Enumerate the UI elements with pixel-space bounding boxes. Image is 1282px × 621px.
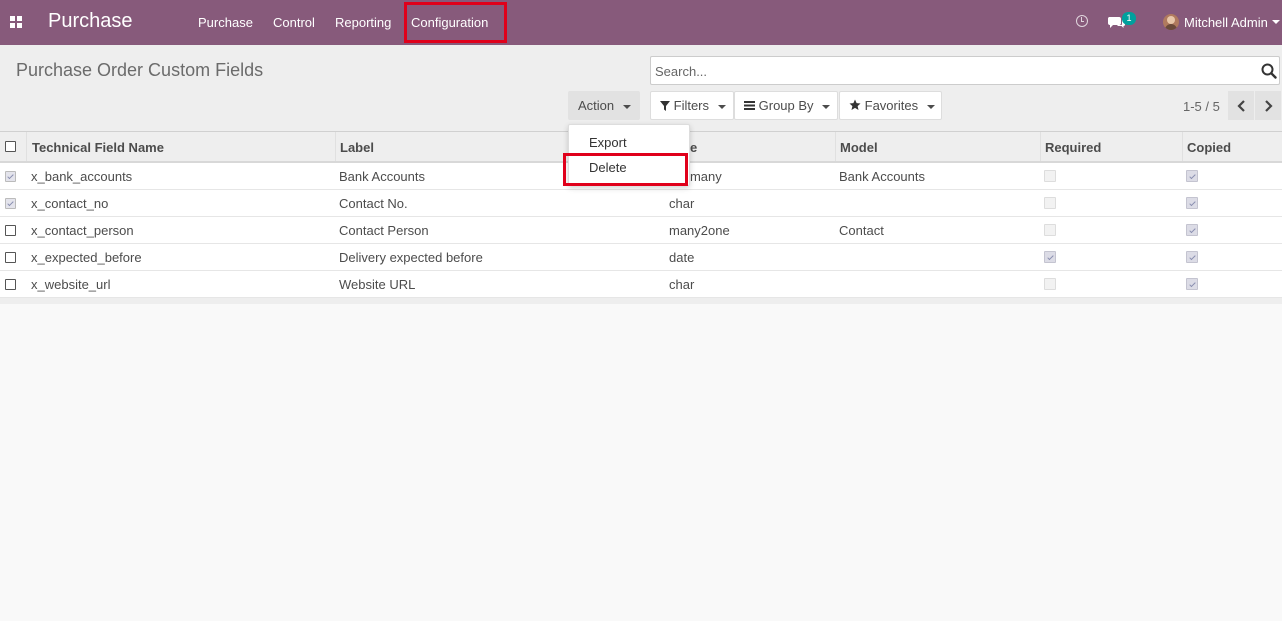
- cell-technical-name: x_bank_accounts: [31, 169, 133, 184]
- cell-model: Bank Accounts: [839, 169, 925, 184]
- column-header-copied[interactable]: Copied: [1187, 140, 1231, 155]
- copied-checkbox: [1186, 224, 1198, 236]
- action-label: Action: [578, 98, 615, 113]
- table-row[interactable]: x_contact_person Contact Person many2one…: [0, 217, 1282, 244]
- configuration-highlight-box: [404, 2, 507, 43]
- chat-count-badge: 1: [1122, 12, 1136, 25]
- apps-menu-icon[interactable]: [10, 16, 22, 28]
- menu-control[interactable]: Control: [273, 15, 315, 30]
- cell-type: char: [669, 196, 695, 211]
- cell-technical-name: x_contact_no: [31, 196, 109, 211]
- caret-down-icon: [926, 104, 935, 109]
- row-select-checkbox[interactable]: [5, 171, 16, 182]
- chevron-right-icon: [1265, 100, 1273, 112]
- table-row[interactable]: x_contact_no Contact No. char: [0, 190, 1282, 217]
- search-icon[interactable]: [1261, 63, 1277, 82]
- page-title: Purchase Order Custom Fields: [16, 60, 264, 80]
- star-icon: [849, 99, 861, 110]
- cell-label: Bank Accounts: [339, 169, 425, 184]
- action-dropdown-button[interactable]: Action: [568, 91, 640, 120]
- cell-type: char: [669, 277, 695, 292]
- column-header-label[interactable]: Label: [340, 140, 374, 155]
- top-navbar: Purchase Purchase Control Reporting Conf…: [0, 0, 1282, 45]
- search-input[interactable]: [655, 62, 1245, 80]
- cell-label: Website URL: [339, 277, 416, 292]
- required-checkbox: [1044, 197, 1056, 209]
- chevron-left-icon: [1237, 100, 1245, 112]
- column-divider: [1182, 132, 1183, 161]
- cell-model: Contact: [839, 223, 884, 238]
- table-footer: [0, 298, 1282, 304]
- activity-clock-icon[interactable]: [1076, 15, 1088, 27]
- app-title: Purchase: [48, 10, 133, 32]
- group-by-button[interactable]: Group By: [734, 91, 838, 120]
- cell-technical-name: x_website_url: [31, 277, 111, 292]
- column-divider: [1040, 132, 1041, 161]
- control-panel: Purchase Order Custom Fields Action Filt…: [0, 45, 1282, 131]
- row-select-checkbox[interactable]: [5, 252, 16, 263]
- table-row[interactable]: x_expected_before Delivery expected befo…: [0, 244, 1282, 271]
- cell-technical-name: x_contact_person: [31, 223, 134, 238]
- favorites-button[interactable]: Favorites: [839, 91, 942, 120]
- cell-label: Contact No.: [339, 196, 408, 211]
- cell-technical-name: x_expected_before: [31, 250, 142, 265]
- group-by-label: Group By: [758, 98, 814, 113]
- cell-type: date: [669, 250, 695, 265]
- pager-next-button[interactable]: [1255, 91, 1281, 120]
- select-all-checkbox[interactable]: [5, 141, 16, 152]
- pager-previous-button[interactable]: [1228, 91, 1254, 120]
- column-divider: [835, 132, 836, 161]
- cell-label: Delivery expected before: [339, 250, 483, 265]
- caret-down-icon: [622, 104, 631, 109]
- list-icon: [744, 101, 755, 110]
- delete-highlight-box: [563, 153, 688, 186]
- required-checkbox: [1044, 224, 1056, 236]
- filter-icon: [660, 101, 670, 111]
- cell-label: Contact Person: [339, 223, 429, 238]
- favorites-label: Favorites: [864, 98, 919, 113]
- copied-checkbox: [1186, 197, 1198, 209]
- user-menu-caret-icon[interactable]: [1272, 20, 1280, 24]
- required-checkbox: [1044, 251, 1056, 263]
- table-row[interactable]: x_website_url Website URL char: [0, 271, 1282, 298]
- filters-button[interactable]: Filters: [650, 91, 734, 120]
- copied-checkbox: [1186, 251, 1198, 263]
- filters-label: Filters: [673, 98, 710, 113]
- column-header-model[interactable]: Model: [840, 140, 878, 155]
- cell-type: many2one: [669, 223, 730, 238]
- row-select-checkbox[interactable]: [5, 198, 16, 209]
- column-divider: [335, 132, 336, 161]
- pager-value[interactable]: 1-5 / 5: [1183, 99, 1220, 114]
- caret-down-icon: [717, 104, 726, 109]
- search-box[interactable]: [650, 56, 1280, 85]
- copied-checkbox: [1186, 170, 1198, 182]
- required-checkbox: [1044, 278, 1056, 290]
- menu-purchase[interactable]: Purchase: [198, 15, 253, 30]
- column-header-technical-name[interactable]: Technical Field Name: [32, 140, 164, 155]
- menu-reporting[interactable]: Reporting: [335, 15, 391, 30]
- user-avatar[interactable]: [1163, 14, 1179, 30]
- row-select-checkbox[interactable]: [5, 225, 16, 236]
- column-header-required[interactable]: Required: [1045, 140, 1101, 155]
- copied-checkbox: [1186, 278, 1198, 290]
- required-checkbox: [1044, 170, 1056, 182]
- row-select-checkbox[interactable]: [5, 279, 16, 290]
- column-divider: [26, 132, 27, 161]
- caret-down-icon: [822, 104, 831, 109]
- action-export-item[interactable]: Export: [589, 135, 627, 150]
- user-name[interactable]: Mitchell Admin: [1184, 15, 1268, 30]
